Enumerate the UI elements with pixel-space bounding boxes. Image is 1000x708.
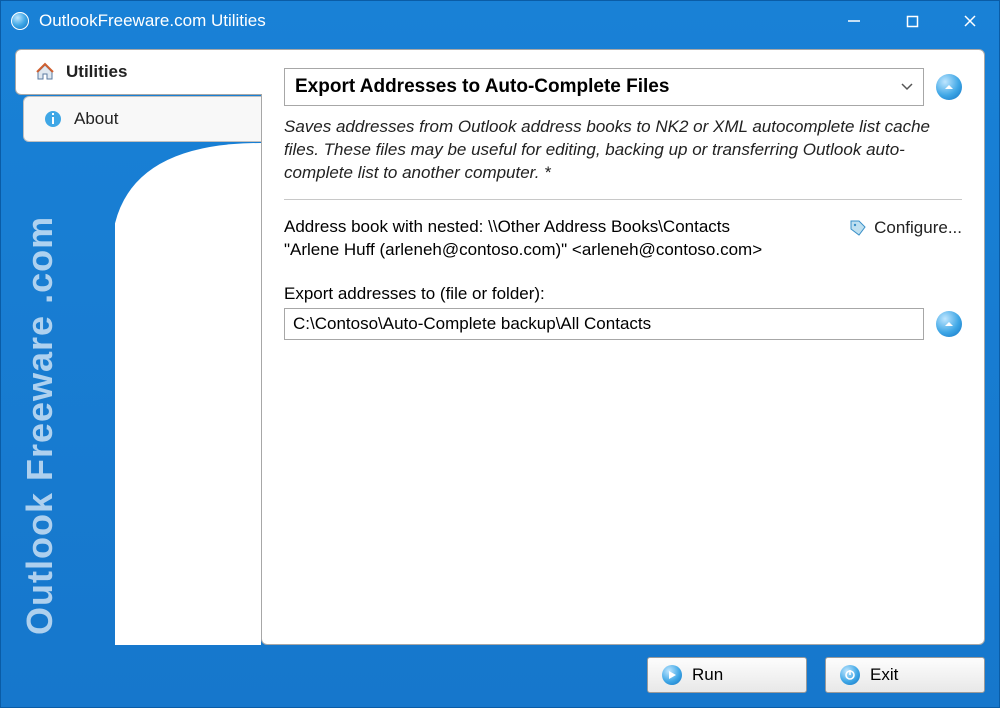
utility-description: Saves addresses from Outlook address boo… xyxy=(284,116,962,185)
run-button[interactable]: Run xyxy=(647,657,807,693)
play-icon xyxy=(662,665,682,685)
address-book-info: Address book with nested: \\Other Addres… xyxy=(284,216,832,262)
utility-dropdown[interactable]: Export Addresses to Auto-Complete Files xyxy=(284,68,924,106)
export-path-label: Export addresses to (file or folder): xyxy=(284,284,962,304)
divider xyxy=(284,199,962,200)
utility-dropdown-label: Export Addresses to Auto-Complete Files xyxy=(295,76,669,98)
window-title: OutlookFreeware.com Utilities xyxy=(39,11,266,31)
utility-select-row: Export Addresses to Auto-Complete Files xyxy=(284,68,962,106)
maximize-button[interactable] xyxy=(883,1,941,41)
info-icon xyxy=(42,108,64,130)
arrow-up-icon xyxy=(943,318,955,330)
minimize-button[interactable] xyxy=(825,1,883,41)
export-path-input[interactable] xyxy=(284,308,924,340)
exit-button[interactable]: Exit xyxy=(825,657,985,693)
home-icon xyxy=(34,61,56,83)
app-window: OutlookFreeware.com Utilities Utilities xyxy=(0,0,1000,708)
titlebar: OutlookFreeware.com Utilities xyxy=(1,1,999,41)
export-path-row xyxy=(284,308,962,340)
app-icon xyxy=(11,12,29,30)
footer: Run Exit xyxy=(15,645,985,693)
tab-about[interactable]: About xyxy=(23,96,261,142)
sidebar-brand-text: Outlook Freeware .com xyxy=(19,216,61,635)
tab-utilities-label: Utilities xyxy=(66,62,127,82)
browse-button[interactable] xyxy=(936,311,962,337)
close-button[interactable] xyxy=(941,1,999,41)
client-area: Utilities About Outlook Freeware .com xyxy=(15,49,985,693)
arrow-up-icon xyxy=(943,81,955,93)
power-icon xyxy=(840,665,860,685)
exit-button-label: Exit xyxy=(870,665,898,685)
configure-label: Configure... xyxy=(874,218,962,238)
tab-about-label: About xyxy=(74,109,118,129)
run-button-label: Run xyxy=(692,665,723,685)
tag-icon xyxy=(848,218,868,238)
tab-utilities[interactable]: Utilities xyxy=(15,49,262,95)
address-row: Address book with nested: \\Other Addres… xyxy=(284,216,962,262)
window-controls xyxy=(825,1,999,41)
chevron-down-icon xyxy=(901,80,913,94)
collapse-button[interactable] xyxy=(936,74,962,100)
main-panel: Export Addresses to Auto-Complete Files … xyxy=(261,49,985,645)
sidebar: Utilities About Outlook Freeware .com xyxy=(15,49,261,645)
upper-area: Utilities About Outlook Freeware .com xyxy=(15,49,985,645)
configure-link[interactable]: Configure... xyxy=(848,216,962,238)
